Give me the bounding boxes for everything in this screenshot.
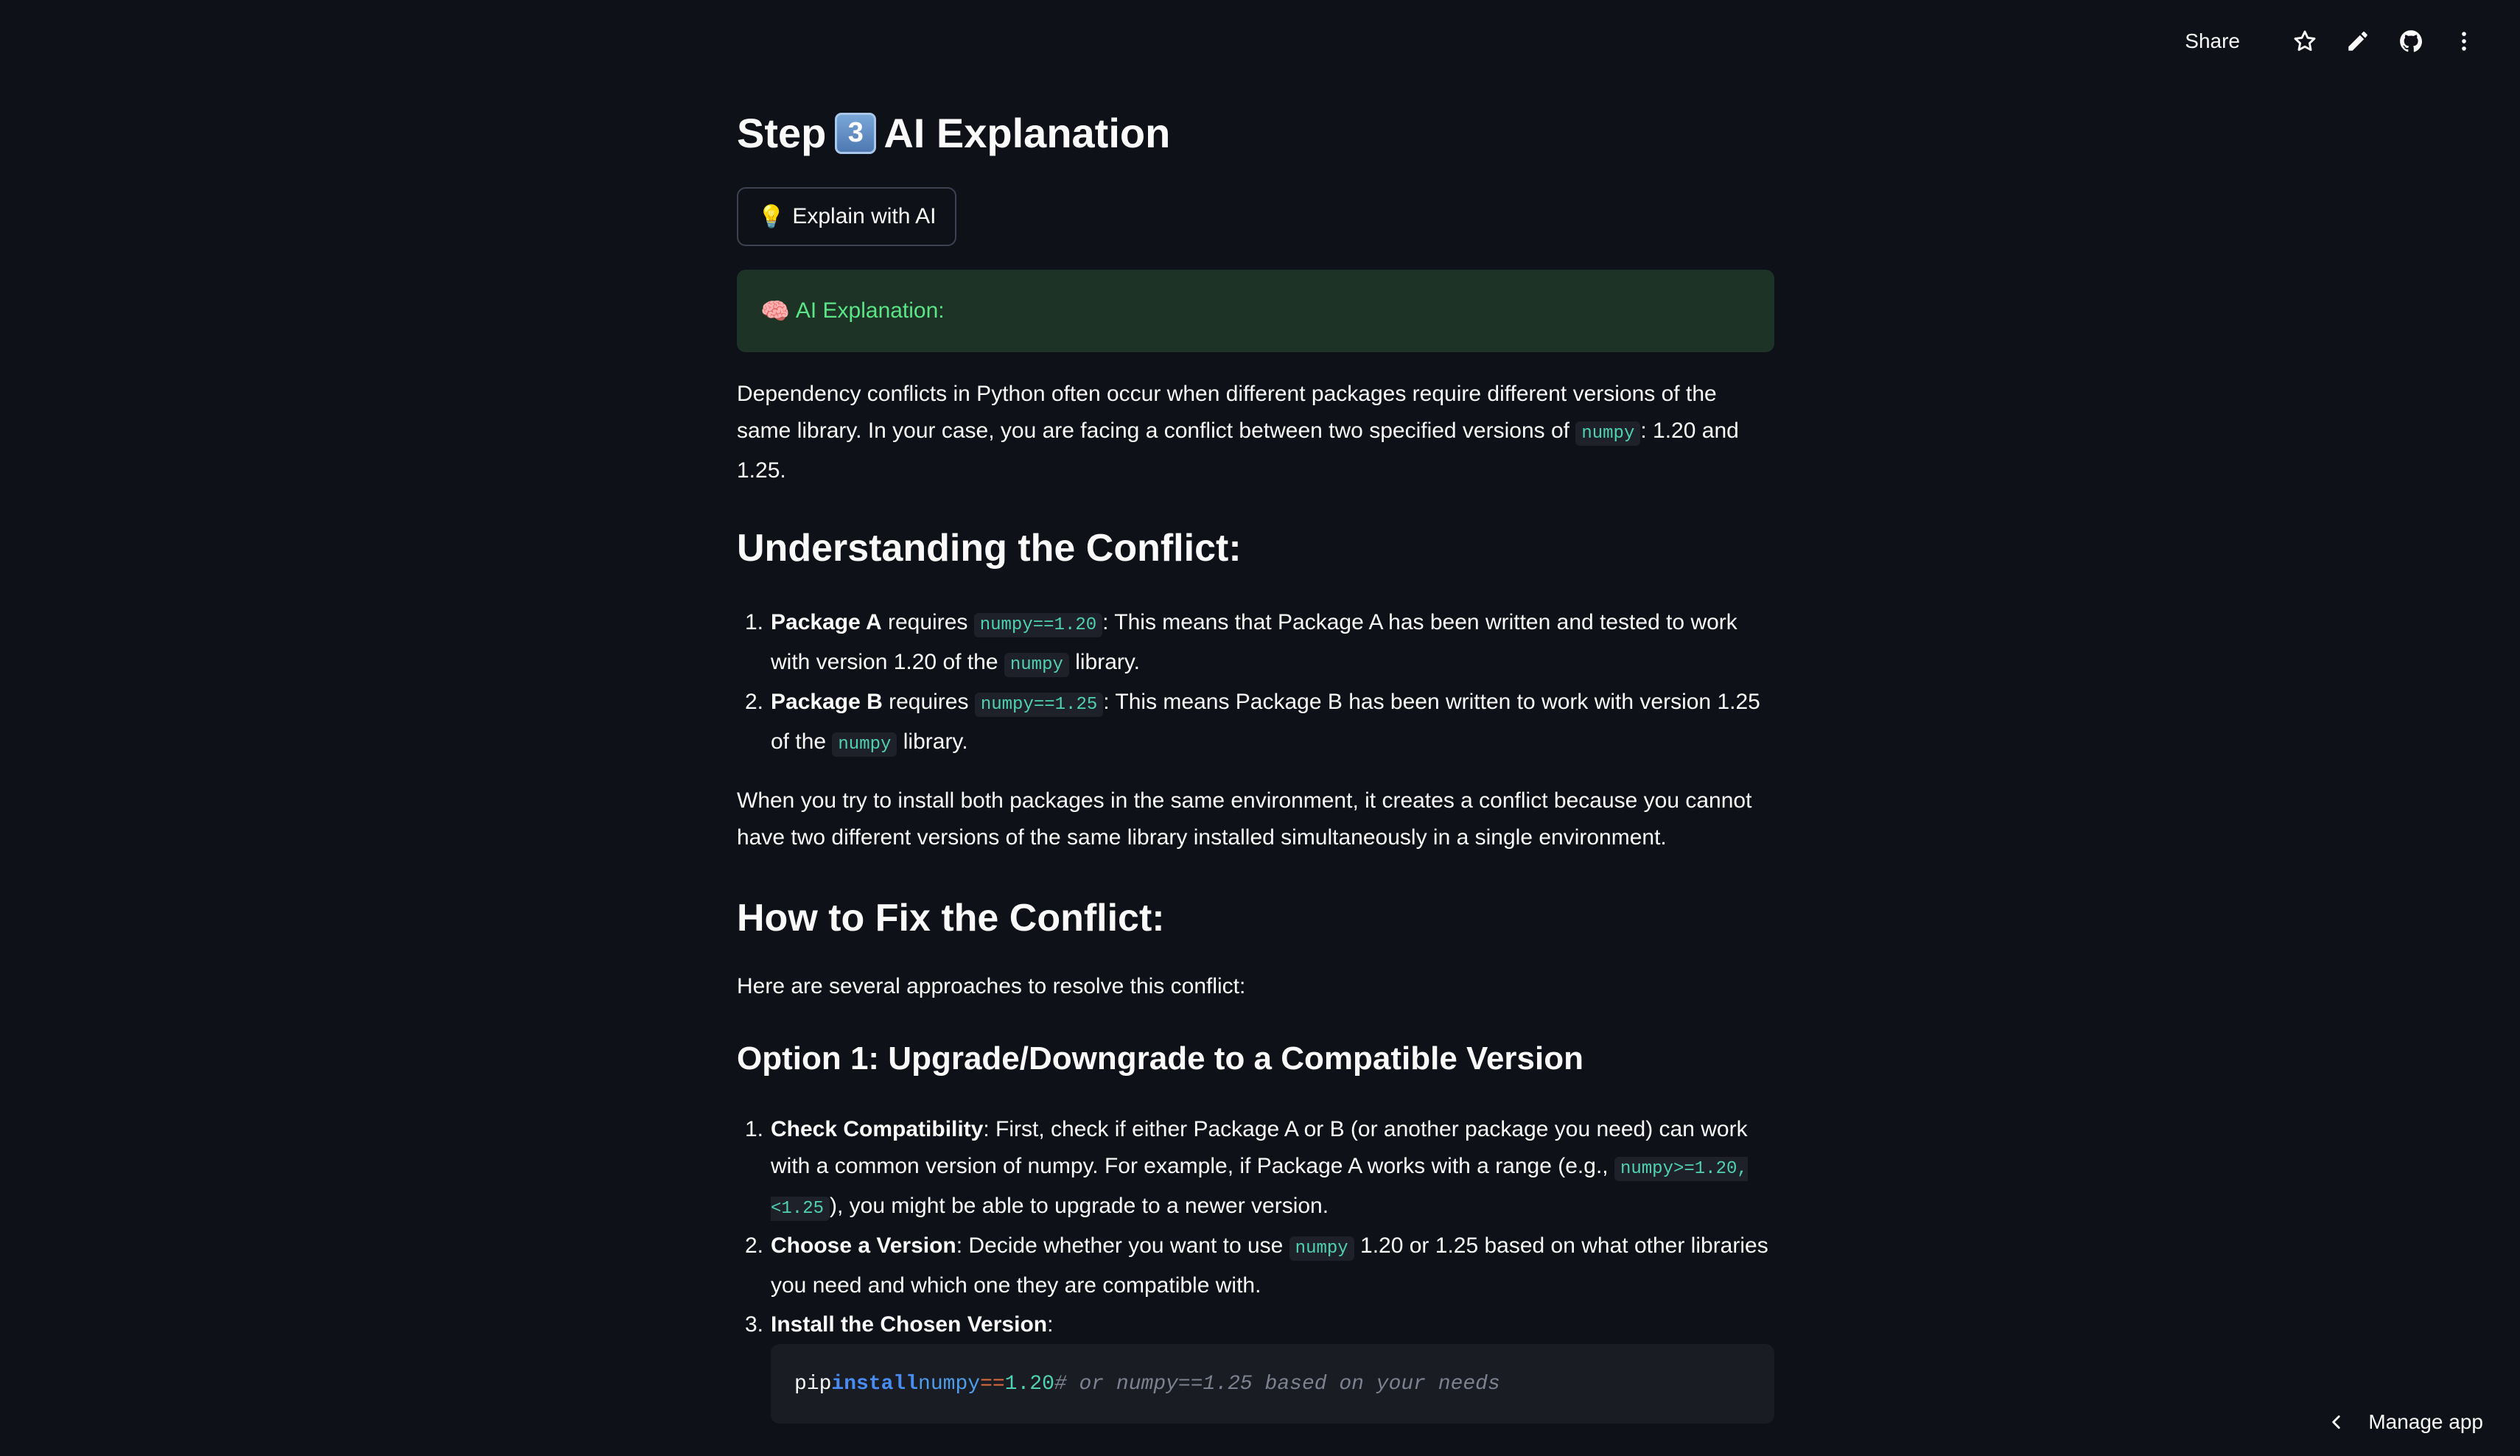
list-item-text: library. xyxy=(1068,650,1140,674)
list-item: 1. Check Compatibility: First, check if e… xyxy=(745,1111,1774,1228)
step-prefix: Step xyxy=(737,110,827,156)
manage-app-button[interactable]: Manage app xyxy=(2327,1410,2483,1434)
list-item-bold: Check Compatibility xyxy=(771,1117,984,1141)
step-title: AI Explanation xyxy=(883,110,1171,156)
list-item-text: ), you might be able to upgrade to a new… xyxy=(830,1194,1329,1218)
code-package: numpy xyxy=(918,1372,981,1396)
approaches-paragraph: Here are several approaches to resolve t… xyxy=(737,974,1246,998)
section-heading-fix: How to Fix the Conflict: xyxy=(737,897,1165,939)
more-vertical-icon[interactable] xyxy=(2449,27,2479,56)
list-number: 3. xyxy=(744,1312,763,1337)
step-heading: Step 3 AI Explanation xyxy=(737,109,1170,157)
keycap-three-icon: 3 xyxy=(835,112,877,154)
alert-label: AI Explanation: xyxy=(795,298,945,323)
explain-with-ai-button[interactable]: 💡 Explain with AI xyxy=(737,187,957,246)
ai-explanation-alert: 🧠 AI Explanation: xyxy=(737,270,1774,352)
list-item-text: library. xyxy=(897,729,968,754)
star-icon[interactable] xyxy=(2290,27,2320,56)
list-item-text: requires xyxy=(881,610,974,634)
inline-code: numpy xyxy=(1004,653,1069,677)
list-number: 1. xyxy=(744,1117,763,1141)
list-item-text: : xyxy=(1047,1312,1054,1337)
list-item-text: requires xyxy=(882,690,975,714)
intro-paragraph: Dependency conflicts in Python often occ… xyxy=(737,376,1774,489)
conflict-paragraph: When you try to install both packages in… xyxy=(737,788,1752,850)
list-item-bold: Package A xyxy=(771,610,882,634)
share-button[interactable]: Share xyxy=(2185,29,2240,53)
list-item: 2. Choose a Version: Decide whether you w… xyxy=(745,1228,1774,1304)
section-heading-understanding: Understanding the Conflict: xyxy=(737,527,1242,570)
option1-heading: Option 1: Upgrade/Downgrade to a Compati… xyxy=(737,1040,1584,1077)
code-command: pip xyxy=(794,1372,832,1396)
code-block[interactable]: pip install numpy == 1.20 # or numpy==1.25… xyxy=(771,1344,1774,1424)
list-number: 2. xyxy=(744,690,763,714)
list-item-bold: Install the Chosen Version xyxy=(771,1312,1048,1337)
brain-icon: 🧠 xyxy=(760,298,790,324)
list-item-bold: Choose a Version xyxy=(771,1233,956,1258)
inline-code: numpy==1.25 xyxy=(974,693,1104,717)
code-version: 1.20 xyxy=(1004,1372,1054,1396)
lightbulb-icon: 💡 xyxy=(757,204,785,229)
list-item-text: : Decide whether you want to use xyxy=(956,1233,1289,1258)
header-toolbar: Share xyxy=(2185,27,2479,56)
inline-code: numpy xyxy=(1289,1236,1354,1261)
explain-button-label: Explain with AI xyxy=(792,204,937,228)
list-number: 2. xyxy=(744,1233,763,1258)
list-item: 1. Package A requires numpy==1.20: This m… xyxy=(745,604,1774,684)
pencil-icon[interactable] xyxy=(2343,27,2373,56)
code-operator: == xyxy=(980,1372,1005,1396)
list-item-bold: Package B xyxy=(771,690,883,714)
inline-code: numpy xyxy=(832,732,897,757)
list-item: 2. Package B requires numpy==1.25: This m… xyxy=(745,684,1774,763)
list-item: 3. Install the Chosen Version: xyxy=(745,1306,1774,1343)
github-icon[interactable] xyxy=(2396,27,2426,56)
inline-code: numpy xyxy=(1575,421,1641,446)
list-number: 1. xyxy=(744,610,763,634)
chevron-left-icon xyxy=(2332,1415,2340,1429)
inline-code: numpy==1.20 xyxy=(973,613,1103,637)
manage-app-label: Manage app xyxy=(2368,1410,2483,1433)
intro-text-1: Dependency conflicts in Python often occ… xyxy=(737,382,1717,443)
code-keyword: install xyxy=(831,1372,919,1396)
code-comment: # or numpy==1.25 based on your needs xyxy=(1054,1372,1500,1396)
